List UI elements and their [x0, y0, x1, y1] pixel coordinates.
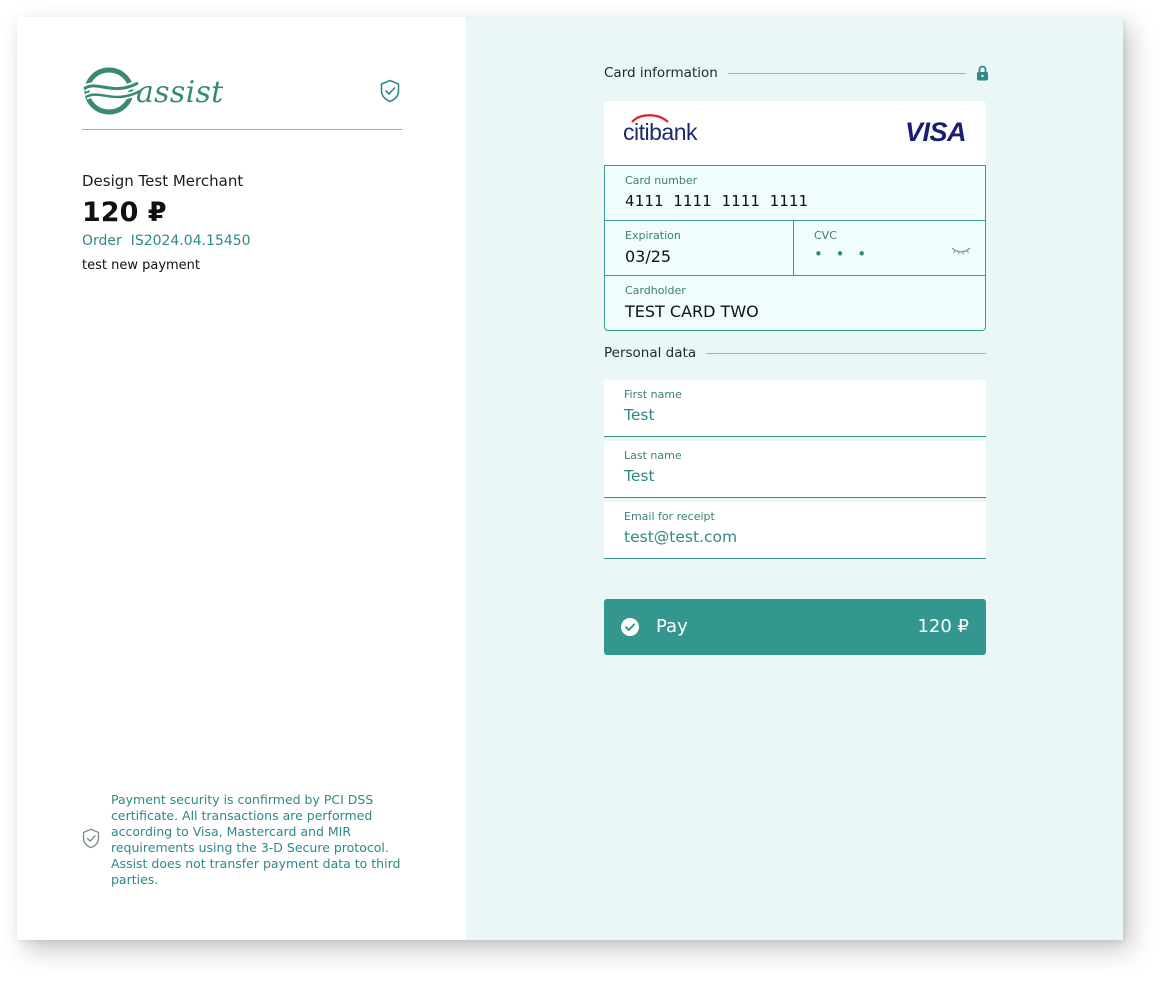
pay-button-label: Pay	[656, 616, 688, 637]
logo-divider	[82, 129, 402, 130]
logo-text: assist	[136, 74, 224, 110]
security-note: Payment security is confirmed by PCI DSS…	[82, 792, 402, 888]
email-field[interactable]: Email for receipt test@test.com	[604, 502, 986, 559]
assist-wave-logo-icon	[82, 67, 142, 115]
pay-button[interactable]: Pay 120 ₽	[604, 599, 986, 655]
cvc-input[interactable]: • • •	[814, 245, 870, 263]
payment-card: assist Design Test Merchant 120 ₽ Order …	[17, 17, 1123, 940]
first-name-label: First name	[624, 388, 682, 401]
expiration-field[interactable]: Expiration 03/25	[605, 221, 794, 276]
merchant-name: Design Test Merchant	[82, 172, 244, 190]
shield-check-icon	[82, 828, 100, 848]
cvc-field[interactable]: CVC • • •	[794, 221, 985, 276]
card-network-logo: VISA	[904, 117, 967, 147]
eye-closed-icon[interactable]	[951, 246, 971, 256]
lock-icon	[977, 65, 988, 81]
bank-name: citibank	[623, 119, 697, 145]
pay-button-amount: 120 ₽	[917, 616, 969, 637]
email-input[interactable]: test@test.com	[624, 528, 737, 546]
card-brand-row: citibank VISA	[604, 101, 986, 166]
payment-form-panel: Card information citibank VISA Card numb…	[466, 17, 1123, 940]
section-divider	[706, 352, 986, 354]
last-name-input[interactable]: Test	[624, 467, 655, 485]
cvc-label: CVC	[814, 229, 837, 242]
personal-section-header: Personal data	[604, 345, 986, 361]
last-name-field[interactable]: Last name Test	[604, 441, 986, 498]
order-amount: 120 ₽	[82, 197, 167, 228]
expiration-label: Expiration	[625, 229, 681, 242]
expiration-input[interactable]: 03/25	[625, 247, 671, 266]
order-number: Order IS2024.04.15450	[82, 233, 251, 249]
email-label: Email for receipt	[624, 510, 715, 523]
first-name-field[interactable]: First name Test	[604, 380, 986, 437]
order-description: test new payment	[82, 258, 201, 273]
cardholder-input[interactable]: TEST CARD TWO	[625, 302, 759, 321]
merchant-panel: assist Design Test Merchant 120 ₽ Order …	[17, 17, 466, 940]
check-circle-icon	[621, 618, 639, 636]
card-number-label: Card number	[625, 174, 698, 187]
cardholder-field[interactable]: Cardholder TEST CARD TWO	[605, 276, 985, 331]
first-name-input[interactable]: Test	[624, 406, 655, 424]
card-number-input[interactable]: 4111 1111 1111 1111	[625, 192, 808, 210]
last-name-label: Last name	[624, 449, 682, 462]
assist-logo: assist	[82, 67, 224, 115]
card-section-title: Card information	[604, 65, 718, 81]
security-note-text: Payment security is confirmed by PCI DSS…	[111, 792, 401, 887]
shield-check-icon	[380, 79, 400, 103]
card-fields: Card number 4111 1111 1111 1111 Expirati…	[604, 165, 986, 331]
personal-section-title: Personal data	[604, 345, 697, 361]
section-divider	[727, 72, 966, 74]
card-number-field[interactable]: Card number 4111 1111 1111 1111	[605, 166, 985, 221]
card-section-header: Card information	[604, 65, 989, 81]
cardholder-label: Cardholder	[625, 284, 686, 297]
